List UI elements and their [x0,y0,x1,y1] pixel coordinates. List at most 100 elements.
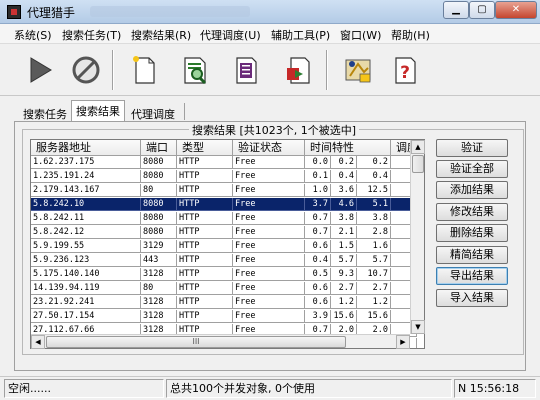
tools-icon [345,59,371,83]
table-row[interactable]: 2.179.143.167 80 HTTP Free 1.0 3.6 12.5 [31,184,417,197]
cell-port: 8080 [141,156,177,169]
menu-window[interactable]: 窗口(W) [340,27,381,43]
cell-time-2: 15.6 [331,310,357,323]
scroll-up-button[interactable]: ▲ [411,140,425,154]
simplify-result-button[interactable]: 精简结果 [436,246,508,264]
table-row[interactable]: 5.9.236.123 443 HTTP Free 0.4 5.7 5.7 [31,254,417,267]
cell-type: HTTP [177,184,233,197]
cell-time-3: 1.6 [357,240,391,253]
column-header-timing[interactable]: 时间特性 [305,140,391,156]
cell-status: Free [233,212,305,225]
minimize-button[interactable]: ▁ [443,1,469,19]
tab-search-results[interactable]: 搜索结果 [71,100,125,122]
help-button[interactable]: ? [385,50,425,90]
toolbar-separator [112,50,114,90]
cell-time-3: 5.1 [357,198,391,211]
cell-status: Free [233,254,305,267]
horizontal-scroll-thumb[interactable]: III [46,336,346,348]
cell-port: 443 [141,254,177,267]
cell-port: 8080 [141,170,177,183]
cell-type: HTTP [177,310,233,323]
tools-button[interactable] [338,50,378,90]
export-button[interactable] [278,50,318,90]
export-result-button[interactable]: 导出结果 [436,267,508,285]
find-button[interactable] [175,50,215,90]
column-header-port[interactable]: 端口 [141,140,177,156]
table-row[interactable]: 5.8.242.12 8080 HTTP Free 0.7 2.1 2.8 [31,226,417,239]
cell-time-2: 9.3 [331,268,357,281]
menu-search-task[interactable]: 搜索任务(T) [62,27,121,43]
cell-address: 1.235.191.24 [31,170,141,183]
view-button[interactable] [226,50,266,90]
scroll-left-button[interactable]: ◀ [31,335,45,349]
stop-button[interactable] [66,50,106,90]
edit-result-button[interactable]: 修改结果 [436,203,508,221]
results-group-title: 搜索结果 [共1023个, 1个被选中] [189,122,360,138]
column-header-address[interactable]: 服务器地址 [31,140,141,156]
tab-search-task[interactable]: 搜索任务 [18,103,72,122]
verify-all-button[interactable]: 验证全部 [436,160,508,178]
cell-time-3: 0.4 [357,170,391,183]
tab-proxy-schedule[interactable]: 代理调度 [126,103,180,122]
add-result-button[interactable]: 添加结果 [436,181,508,199]
cell-address: 5.9.236.123 [31,254,141,267]
menu-proxy-schedule[interactable]: 代理调度(U) [200,27,261,43]
cell-status: Free [233,170,305,183]
cell-type: HTTP [177,156,233,169]
scroll-down-button[interactable]: ▼ [411,320,425,334]
results-table[interactable]: 服务器地址 端口 类型 验证状态 时间特性 调度 1.62.237.175 808… [30,139,425,349]
help-icon: ? [395,57,416,84]
cell-port: 3128 [141,310,177,323]
menu-help[interactable]: 帮助(H) [391,27,430,43]
cell-time-2: 2.7 [331,282,357,295]
cell-type: HTTP [177,170,233,183]
table-row[interactable]: 5.9.199.55 3129 HTTP Free 0.6 1.5 1.6 [31,240,417,253]
column-header-status[interactable]: 验证状态 [233,140,305,156]
horizontal-scrollbar[interactable]: ◀ III ▶ [31,334,410,349]
app-icon [7,5,21,19]
cell-address: 27.50.17.154 [31,310,141,323]
cell-time-3: 15.6 [357,310,391,323]
new-button[interactable] [124,50,164,90]
menu-aux-tools[interactable]: 辅助工具(P) [271,27,330,43]
table-row[interactable]: 27.50.17.154 3128 HTTP Free 3.9 15.6 15.6 [31,310,417,323]
table-row[interactable]: 1.62.237.175 8080 HTTP Free 0.0 0.2 0.2 [31,156,417,169]
cell-port: 3128 [141,296,177,309]
status-bar: 空闲...... 总共100个并发对象, 0个使用 N 15:56:18 [0,376,540,400]
cell-time-2: 3.8 [331,212,357,225]
table-row[interactable]: 1.235.191.24 8080 HTTP Free 0.1 0.4 0.4 [31,170,417,183]
vertical-scroll-thumb[interactable] [412,155,424,173]
cell-type: HTTP [177,282,233,295]
cell-time-3: 3.8 [357,212,391,225]
cell-type: HTTP [177,198,233,211]
table-row[interactable]: 5.8.242.11 8080 HTTP Free 0.7 3.8 3.8 [31,212,417,225]
cell-time-2: 1.5 [331,240,357,253]
table-row[interactable]: 23.21.92.241 3128 HTTP Free 0.6 1.2 1.2 [31,296,417,309]
cell-time-1: 0.5 [305,268,331,281]
document-icon [236,57,257,84]
cell-time-3: 1.2 [357,296,391,309]
cell-time-1: 3.9 [305,310,331,323]
table-row[interactable]: 5.175.140.140 3128 HTTP Free 0.5 9.3 10.7 [31,268,417,281]
column-header-type[interactable]: 类型 [177,140,233,156]
vertical-scrollbar[interactable]: ▲ ▼ [410,140,425,334]
delete-result-button[interactable]: 删除结果 [436,224,508,242]
cell-time-2: 0.2 [331,156,357,169]
table-row[interactable]: 14.139.94.119 80 HTTP Free 0.6 2.7 2.7 [31,282,417,295]
scroll-right-button[interactable]: ▶ [396,335,410,349]
maximize-button[interactable]: ▢ [469,1,495,19]
close-button[interactable]: ✕ [495,1,537,19]
menu-search-results[interactable]: 搜索结果(R) [131,27,191,43]
cell-address: 23.21.92.241 [31,296,141,309]
svg-text:?: ? [400,63,410,83]
cell-address: 2.179.143.167 [31,184,141,197]
menu-system[interactable]: 系统(S) [14,27,52,43]
table-row[interactable]: 5.8.242.10 8080 HTTP Free 3.7 4.6 5.1 [31,198,417,211]
cell-port: 8080 [141,212,177,225]
cell-time-3: 10.7 [357,268,391,281]
start-button[interactable] [20,50,60,90]
verify-button[interactable]: 验证 [436,139,508,157]
cell-time-1: 0.6 [305,240,331,253]
import-result-button[interactable]: 导入结果 [436,289,508,307]
cell-type: HTTP [177,226,233,239]
